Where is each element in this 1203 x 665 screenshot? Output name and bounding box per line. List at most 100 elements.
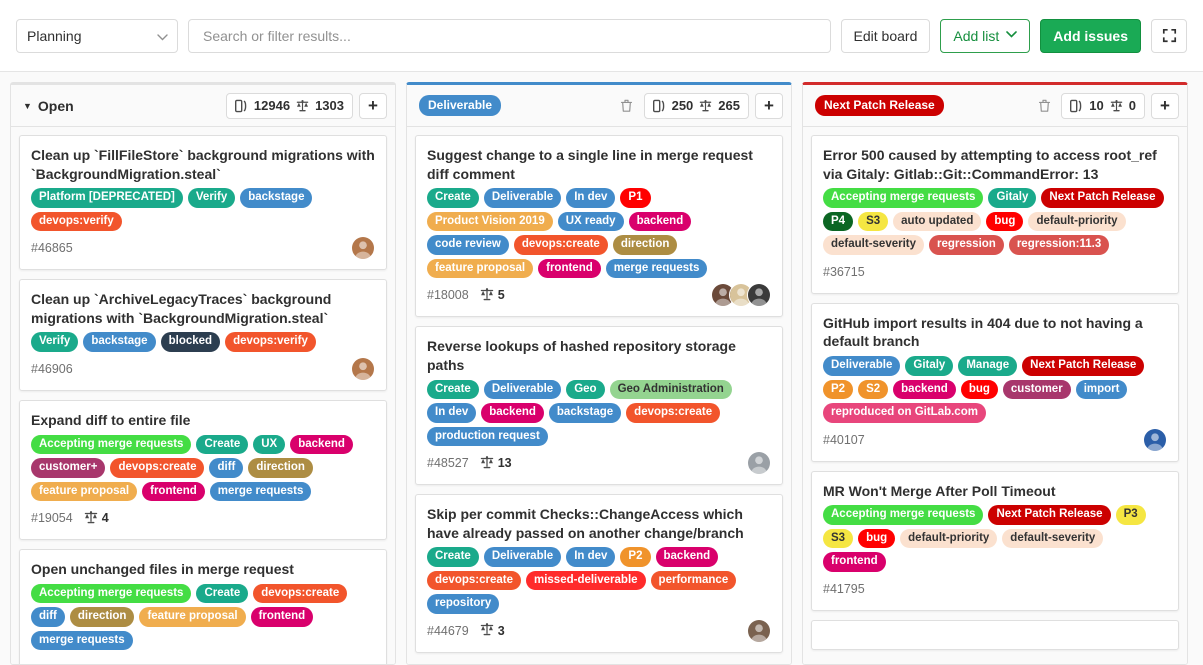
issue-label[interactable]: UX (253, 434, 286, 455)
issue-label[interactable]: devops:create (513, 235, 608, 255)
issue-label[interactable]: Accepting merge requests (823, 188, 984, 208)
avatar[interactable] (747, 451, 771, 476)
issue-label[interactable]: Gitaly (905, 355, 954, 376)
issue-label[interactable]: Create (196, 583, 249, 604)
board-list-body[interactable]: Clean up `FillFileStore` background migr… (11, 127, 395, 664)
issue-label[interactable]: bug (858, 528, 896, 549)
issue-label[interactable]: devops:verify (225, 332, 316, 352)
issue-label[interactable]: backend (481, 403, 544, 423)
issue-label[interactable]: merge requests (31, 630, 133, 651)
issue-label[interactable]: Geo (566, 379, 605, 400)
issue-label[interactable]: auto updated (893, 211, 982, 232)
issue-label[interactable]: merge requests (605, 258, 708, 279)
issue-label[interactable]: S3 (858, 211, 889, 232)
issue-card[interactable]: Clean up `ArchiveLegacyTraces` backgroun… (19, 279, 387, 391)
issue-label[interactable]: S2 (858, 379, 889, 400)
issue-label[interactable]: frontend (142, 481, 205, 502)
issue-label[interactable]: direction (612, 235, 678, 255)
add-issues-button[interactable]: Add issues (1040, 18, 1141, 53)
issue-card-partial[interactable] (811, 619, 1179, 650)
issue-label[interactable]: Create (427, 379, 479, 400)
issue-label[interactable]: P2 (620, 547, 651, 567)
issue-label[interactable]: backstage (83, 332, 156, 352)
issue-label[interactable]: Deliverable (483, 547, 562, 567)
issue-label[interactable]: Accepting merge requests (31, 434, 192, 455)
edit-board-button[interactable]: Edit board (840, 18, 931, 53)
issue-label[interactable]: code review (427, 235, 509, 255)
issue-label[interactable]: backend (290, 434, 353, 455)
issue-card[interactable]: GitHub import results in 404 due to not … (811, 302, 1179, 462)
issue-label[interactable]: direction (248, 458, 313, 478)
issue-label[interactable]: In dev (427, 403, 477, 423)
issue-label[interactable]: In dev (566, 188, 616, 208)
search-input[interactable] (201, 19, 818, 52)
issue-label[interactable]: Geo Administration (609, 379, 732, 400)
issue-label[interactable]: Accepting merge requests (31, 583, 192, 604)
add-list-button[interactable]: Add list (940, 18, 1031, 53)
board-list-title[interactable]: ▼ Open (23, 98, 74, 114)
issue-label[interactable]: feature proposal (31, 481, 138, 502)
issue-label[interactable]: Verify (187, 188, 236, 208)
issue-label[interactable]: Platform [DEPRECATED] (31, 188, 183, 208)
board-list-body[interactable]: Error 500 caused by attempting to access… (803, 127, 1187, 664)
issue-label[interactable]: default-severity (1002, 528, 1104, 549)
issue-label[interactable]: UX ready (557, 211, 624, 232)
issue-label[interactable]: P4 (823, 211, 854, 232)
issue-label[interactable]: diff (209, 458, 244, 478)
issue-label[interactable]: customer+ (31, 458, 106, 478)
search-filter-bar[interactable] (188, 18, 831, 53)
issue-label[interactable]: backstage (240, 188, 313, 208)
issue-label[interactable]: feature proposal (139, 607, 246, 627)
issue-label[interactable]: frontend (250, 607, 314, 627)
issue-label[interactable]: regression:11.3 (1008, 235, 1110, 255)
issue-label[interactable]: diff (31, 607, 65, 627)
issue-label[interactable]: blocked (160, 332, 221, 352)
toggle-fullscreen-button[interactable] (1151, 18, 1187, 53)
issue-label[interactable]: Manage (958, 355, 1018, 376)
issue-label[interactable]: P3 (1115, 505, 1146, 525)
issue-label[interactable]: backend (893, 379, 956, 400)
avatar[interactable] (747, 283, 771, 308)
issue-label[interactable]: customer (1002, 379, 1071, 400)
issue-card[interactable]: Open unchanged files in merge request Acc… (19, 549, 387, 664)
collapse-caret-icon[interactable]: ▼ (23, 101, 32, 111)
issue-label[interactable]: Create (427, 188, 479, 208)
delete-list-button[interactable] (1033, 95, 1055, 117)
issue-label[interactable]: bug (960, 379, 998, 400)
issue-label[interactable]: devops:create (110, 458, 205, 478)
issue-label[interactable]: default-priority (1028, 211, 1126, 232)
issue-label[interactable]: performance (650, 570, 737, 591)
issue-label[interactable]: Next Patch Release (1041, 188, 1164, 208)
issue-label[interactable]: devops:create (253, 583, 348, 604)
issue-label[interactable]: frontend (538, 258, 601, 279)
issue-label[interactable]: Deliverable (823, 355, 901, 376)
avatar[interactable] (747, 618, 771, 643)
issue-label[interactable]: Verify (31, 332, 79, 352)
issue-label[interactable]: missed-deliverable (525, 570, 646, 591)
issue-card[interactable]: MR Won't Merge After Poll Timeout Accepti… (811, 470, 1179, 611)
issue-label[interactable]: P2 (823, 379, 854, 400)
issue-label[interactable]: In dev (566, 547, 616, 567)
issue-label[interactable]: Accepting merge requests (823, 505, 984, 525)
board-list-body[interactable]: Suggest change to a single line in merge… (407, 127, 791, 664)
avatar[interactable] (351, 356, 375, 381)
delete-list-button[interactable] (616, 95, 638, 117)
issue-label[interactable]: import (1075, 379, 1128, 400)
issue-card[interactable]: Reverse lookups of hashed repository sto… (415, 326, 783, 486)
issue-card[interactable]: Skip per commit Checks::ChangeAccess whi… (415, 494, 783, 653)
issue-label[interactable]: feature proposal (427, 258, 534, 279)
issue-card[interactable]: Clean up `FillFileStore` background migr… (19, 135, 387, 271)
issue-card[interactable]: Suggest change to a single line in merge… (415, 135, 783, 318)
issue-label[interactable]: Create (427, 547, 479, 567)
issue-card[interactable]: Expand diff to entire file Accepting merg… (19, 399, 387, 541)
issue-label[interactable]: Deliverable (483, 379, 562, 400)
issue-label[interactable]: backend (655, 547, 719, 567)
issue-label[interactable]: Create (196, 434, 249, 455)
issue-label[interactable]: Gitaly (988, 188, 1037, 208)
issue-label[interactable]: default-severity (823, 235, 925, 255)
issue-label[interactable]: reproduced on GitLab.com (823, 403, 986, 423)
avatar[interactable] (1143, 427, 1167, 452)
issue-label[interactable]: repository (427, 594, 500, 614)
issue-label[interactable]: production request (427, 426, 548, 447)
issue-label[interactable]: direction (69, 607, 135, 627)
